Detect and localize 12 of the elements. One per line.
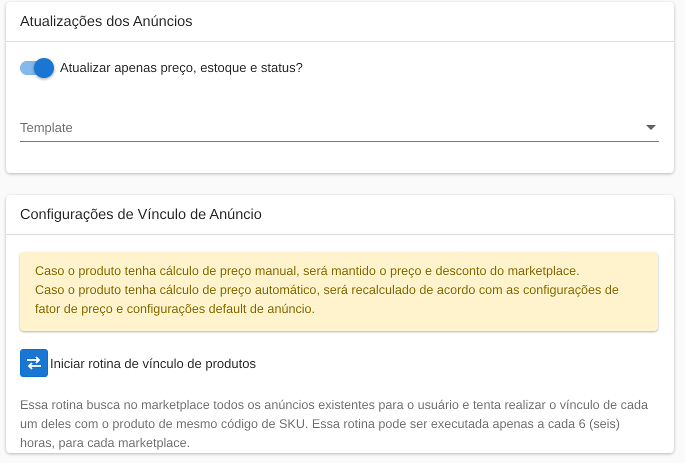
action-label: Iniciar rotina de vínculo de produtos (50, 356, 256, 370)
alert-text: Caso o produto tenha cálculo de preço manual, será mantido o preço e desconto do marketplace. (35, 263, 581, 280)
swap-arrows-icon (26, 356, 42, 370)
routine-description: Essa rotina busca no marketplace todos os anúncios existentes para o usuário e tenta realizar o vínculo de cada um deles com o produto de mesmo código de SKU. Essa rotina pode ser executada apenas a cada 6 (seis) horas, para cada marketplace. (20, 397, 649, 452)
link-products-button[interactable] (20, 349, 48, 377)
alert-text: Caso o produto tenha cálculo de preço automático, será recalculado de acordo com as configurações de fator de preço e configurações default de anúncio. (35, 282, 620, 318)
card-title: Atualizações dos Anúncios (20, 14, 192, 30)
dropdown-caret-icon (646, 124, 656, 130)
card-title: Configurações de Vínculo de Anúncio (20, 206, 262, 222)
switch-label: Atualizar apenas preço, estoque e status? (60, 60, 303, 75)
template-select[interactable]: Template (20, 113, 659, 142)
toggle-switch[interactable] (20, 60, 52, 74)
